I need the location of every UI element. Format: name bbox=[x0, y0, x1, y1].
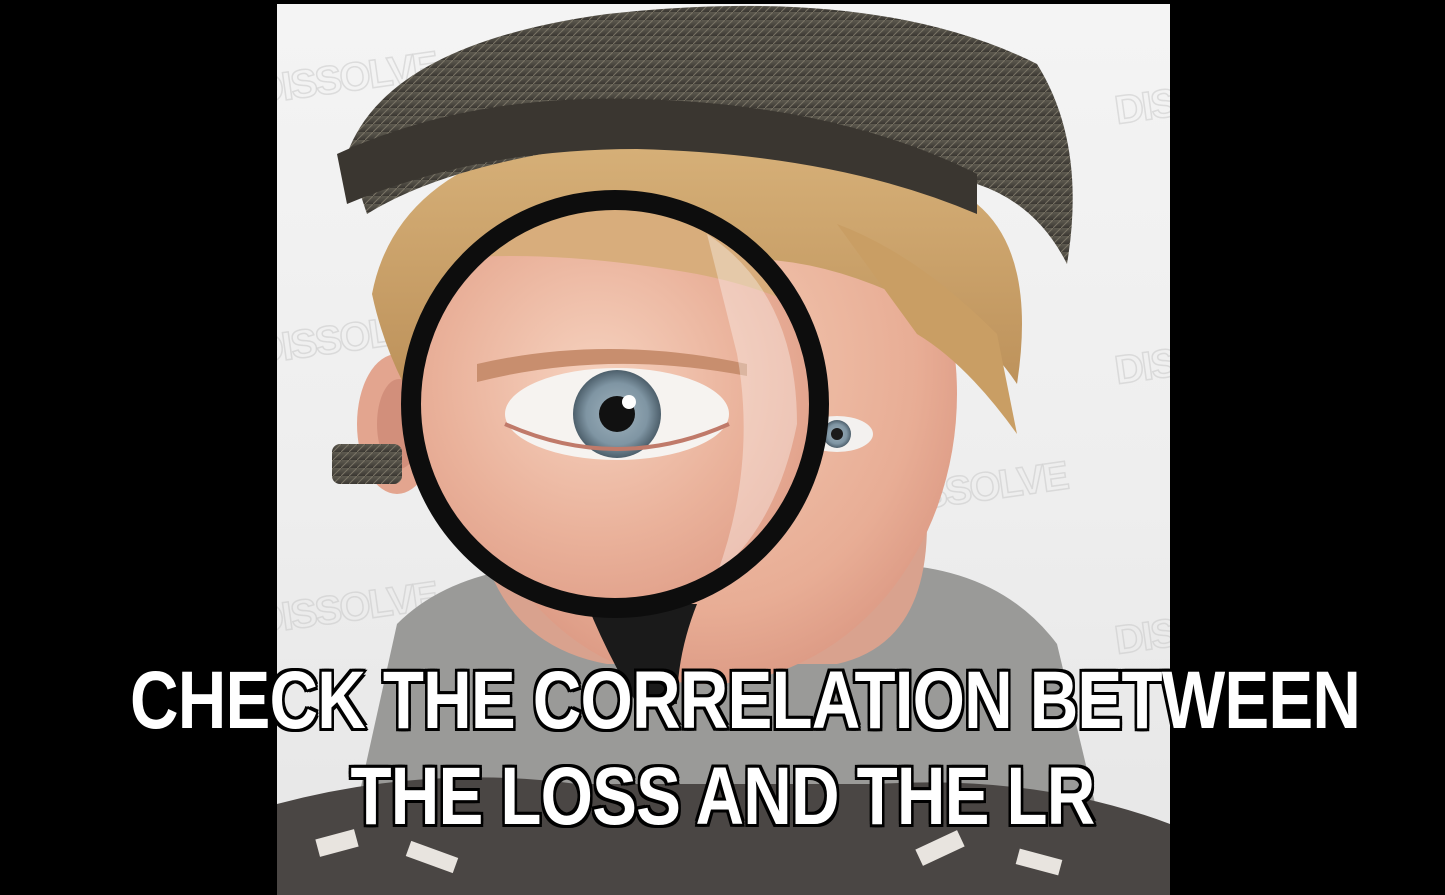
svg-text:DISSOLVE: DISSOLVE bbox=[1112, 64, 1170, 133]
svg-text:DISSOLVE: DISSOLVE bbox=[1112, 324, 1170, 393]
svg-text:DISSOLVE: DISSOLVE bbox=[1112, 594, 1170, 663]
meme-caption-top-line: CHECK THE CORRELATION BETWEEN bbox=[128, 655, 1362, 746]
meme-caption-bottom-line: THE LOSS AND THE LR bbox=[349, 751, 1097, 842]
meme-canvas: DISSOLVE DISSOLVE DISSOLVE DISSOLVE DISS… bbox=[0, 0, 1445, 895]
